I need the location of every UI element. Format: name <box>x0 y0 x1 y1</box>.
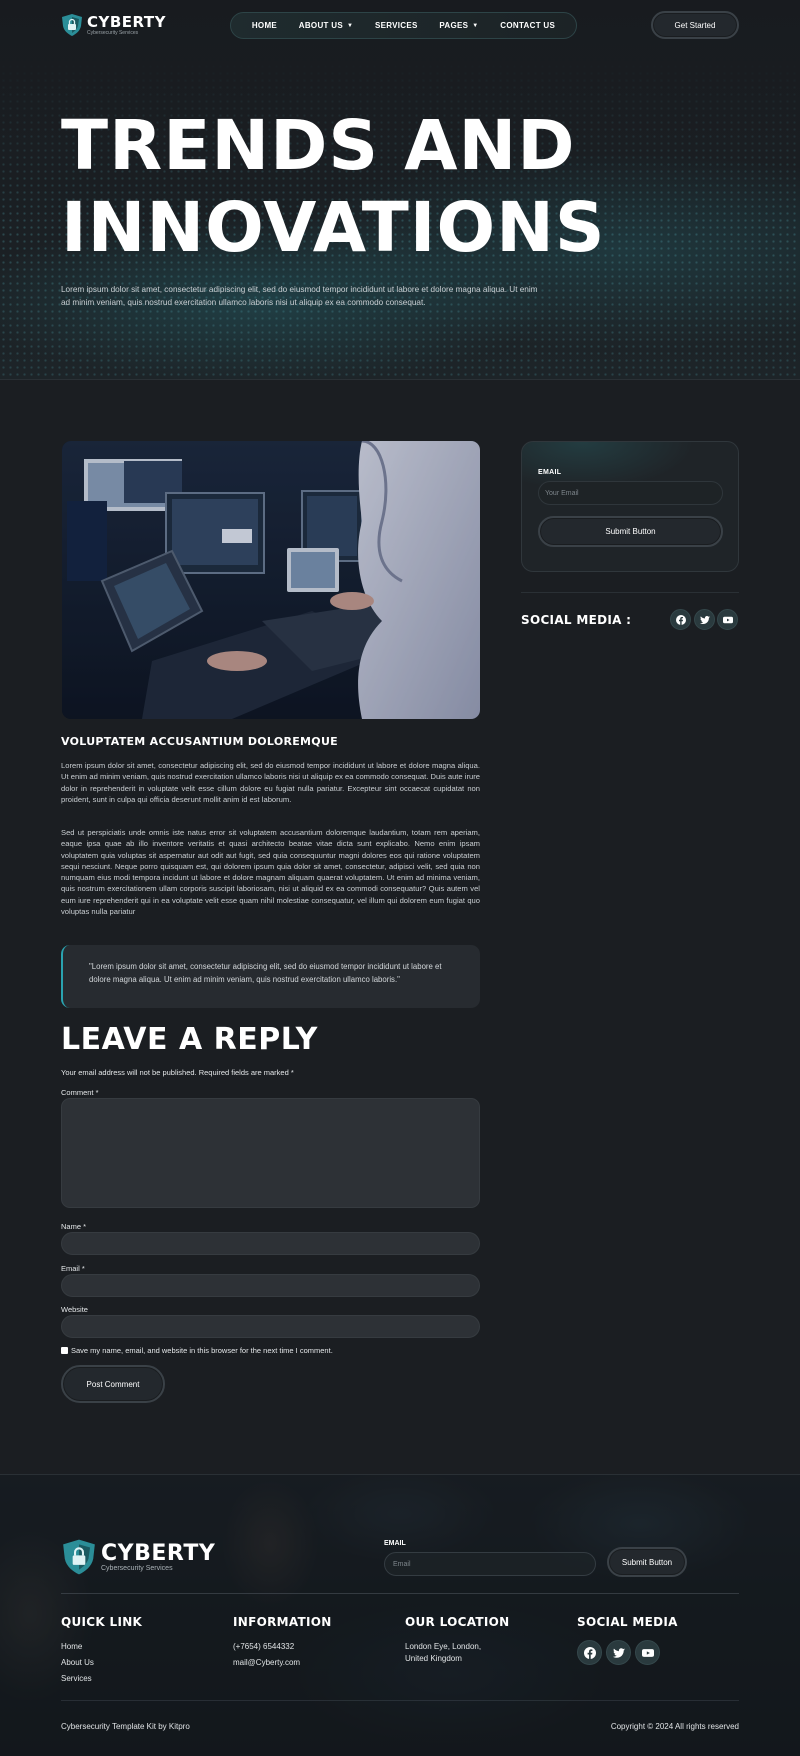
hero-section: CYBERTY Cybersecurity Services HOME ABOU… <box>0 0 800 380</box>
article-paragraph: Sed ut perspiciatis unde omnis iste natu… <box>61 828 480 917</box>
footer-link-services[interactable]: Services <box>61 1674 92 1683</box>
information-title: INFORMATION <box>233 1615 332 1629</box>
footer-submit-button[interactable]: Submit Button <box>607 1547 687 1577</box>
email-input[interactable] <box>61 1274 480 1297</box>
youtube-icon[interactable] <box>635 1640 660 1665</box>
site-logo[interactable]: CYBERTY Cybersecurity Services <box>61 13 166 37</box>
email-address[interactable]: mail@Cyberty.com <box>233 1658 300 1667</box>
logo-name: CYBERTY <box>101 1540 216 1566</box>
shield-logo-icon <box>62 14 82 36</box>
email-label: Email * <box>61 1264 85 1273</box>
quote-text: "Lorem ipsum dolor sit amet, consectetur… <box>89 962 442 984</box>
footer-social-title: SOCIAL MEDIA <box>577 1615 678 1629</box>
phone-number: (+7654) 6544332 <box>233 1642 295 1651</box>
article-image <box>62 441 480 719</box>
post-comment-button[interactable]: Post Comment <box>61 1365 165 1403</box>
copyright-text: Copyright © 2024 All rights reserved <box>610 1722 739 1731</box>
reply-note: Your email address will not be published… <box>61 1068 294 1077</box>
save-info-label: Save my name, email, and website in this… <box>71 1346 333 1355</box>
site-footer: CYBERTY Cybersecurity Services EMAIL Ema… <box>0 1474 800 1756</box>
article-paragraph: Lorem ipsum dolor sit amet, consectetur … <box>61 761 480 804</box>
divider <box>61 1700 739 1701</box>
logo-name: CYBERTY <box>87 12 167 31</box>
get-started-button[interactable]: Get Started <box>651 11 739 39</box>
save-info-checkbox[interactable] <box>61 1347 68 1354</box>
divider <box>521 592 739 593</box>
name-label: Name * <box>61 1222 87 1231</box>
nav-item-home[interactable]: HOME <box>252 21 277 30</box>
hero-description: Lorem ipsum dolor sit amet, consectetur … <box>61 285 538 307</box>
chevron-down-icon: ▼ <box>346 22 354 29</box>
footer-logo[interactable]: CYBERTY Cybersecurity Services <box>61 1538 215 1576</box>
divider <box>0 379 800 380</box>
nav-item-about-us[interactable]: ABOUT US ▼ <box>299 21 353 30</box>
article-title: VOLUPTATEM ACCUSANTIUM DOLOREMQUE <box>61 735 338 748</box>
nav-item-pages[interactable]: PAGES ▼ <box>439 21 478 30</box>
submit-button[interactable]: Submit Button <box>538 516 723 547</box>
newsletter-widget: EMAIL Your Email Submit Button <box>521 441 739 572</box>
twitter-icon[interactable] <box>606 1640 631 1665</box>
save-info-row: Save my name, email, and website in this… <box>61 1346 333 1355</box>
reply-title: LEAVE A REPLY <box>61 1022 318 1057</box>
blockquote: "Lorem ipsum dolor sit amet, consectetur… <box>61 945 480 1008</box>
email-label: EMAIL <box>538 469 562 476</box>
website-input[interactable] <box>61 1315 480 1338</box>
youtube-icon[interactable] <box>717 609 738 630</box>
footer-email-label: EMAIL <box>384 1540 406 1547</box>
comment-textarea[interactable] <box>61 1098 480 1208</box>
address-line: United Kingdom <box>405 1654 462 1663</box>
nav-item-services[interactable]: SERVICES <box>375 21 418 30</box>
social-media-title: SOCIAL MEDIA : <box>521 613 632 627</box>
divider <box>61 1593 739 1594</box>
nav-item-contact-us[interactable]: CONTACT US <box>500 21 555 30</box>
location-title: OUR LOCATION <box>405 1615 510 1629</box>
email-input[interactable]: Your Email <box>538 481 723 505</box>
twitter-icon[interactable] <box>694 609 715 630</box>
logo-tagline: Cybersecurity Services <box>101 1564 173 1572</box>
address-line: London Eye, London, <box>405 1642 482 1651</box>
name-input[interactable] <box>61 1232 480 1255</box>
divider <box>0 1474 800 1475</box>
footer-link-home[interactable]: Home <box>61 1642 82 1651</box>
website-label: Website <box>61 1305 88 1314</box>
footer-credit: Cybersecurity Template Kit by Kitpro <box>61 1722 190 1731</box>
quick-link-title: QUICK LINK <box>61 1615 143 1629</box>
footer-link-about-us[interactable]: About Us <box>61 1658 94 1667</box>
facebook-icon[interactable] <box>670 609 691 630</box>
shield-logo-icon <box>63 1539 95 1575</box>
facebook-icon[interactable] <box>577 1640 602 1665</box>
chevron-down-icon: ▼ <box>472 22 479 29</box>
main-nav: HOME ABOUT US ▼ SERVICES PAGES ▼ CONTACT U… <box>230 12 577 39</box>
comment-label: Comment * <box>61 1088 99 1097</box>
footer-email-input[interactable]: Email <box>384 1552 596 1576</box>
page-title: TRENDS AND INNOVATIONS <box>61 106 606 268</box>
